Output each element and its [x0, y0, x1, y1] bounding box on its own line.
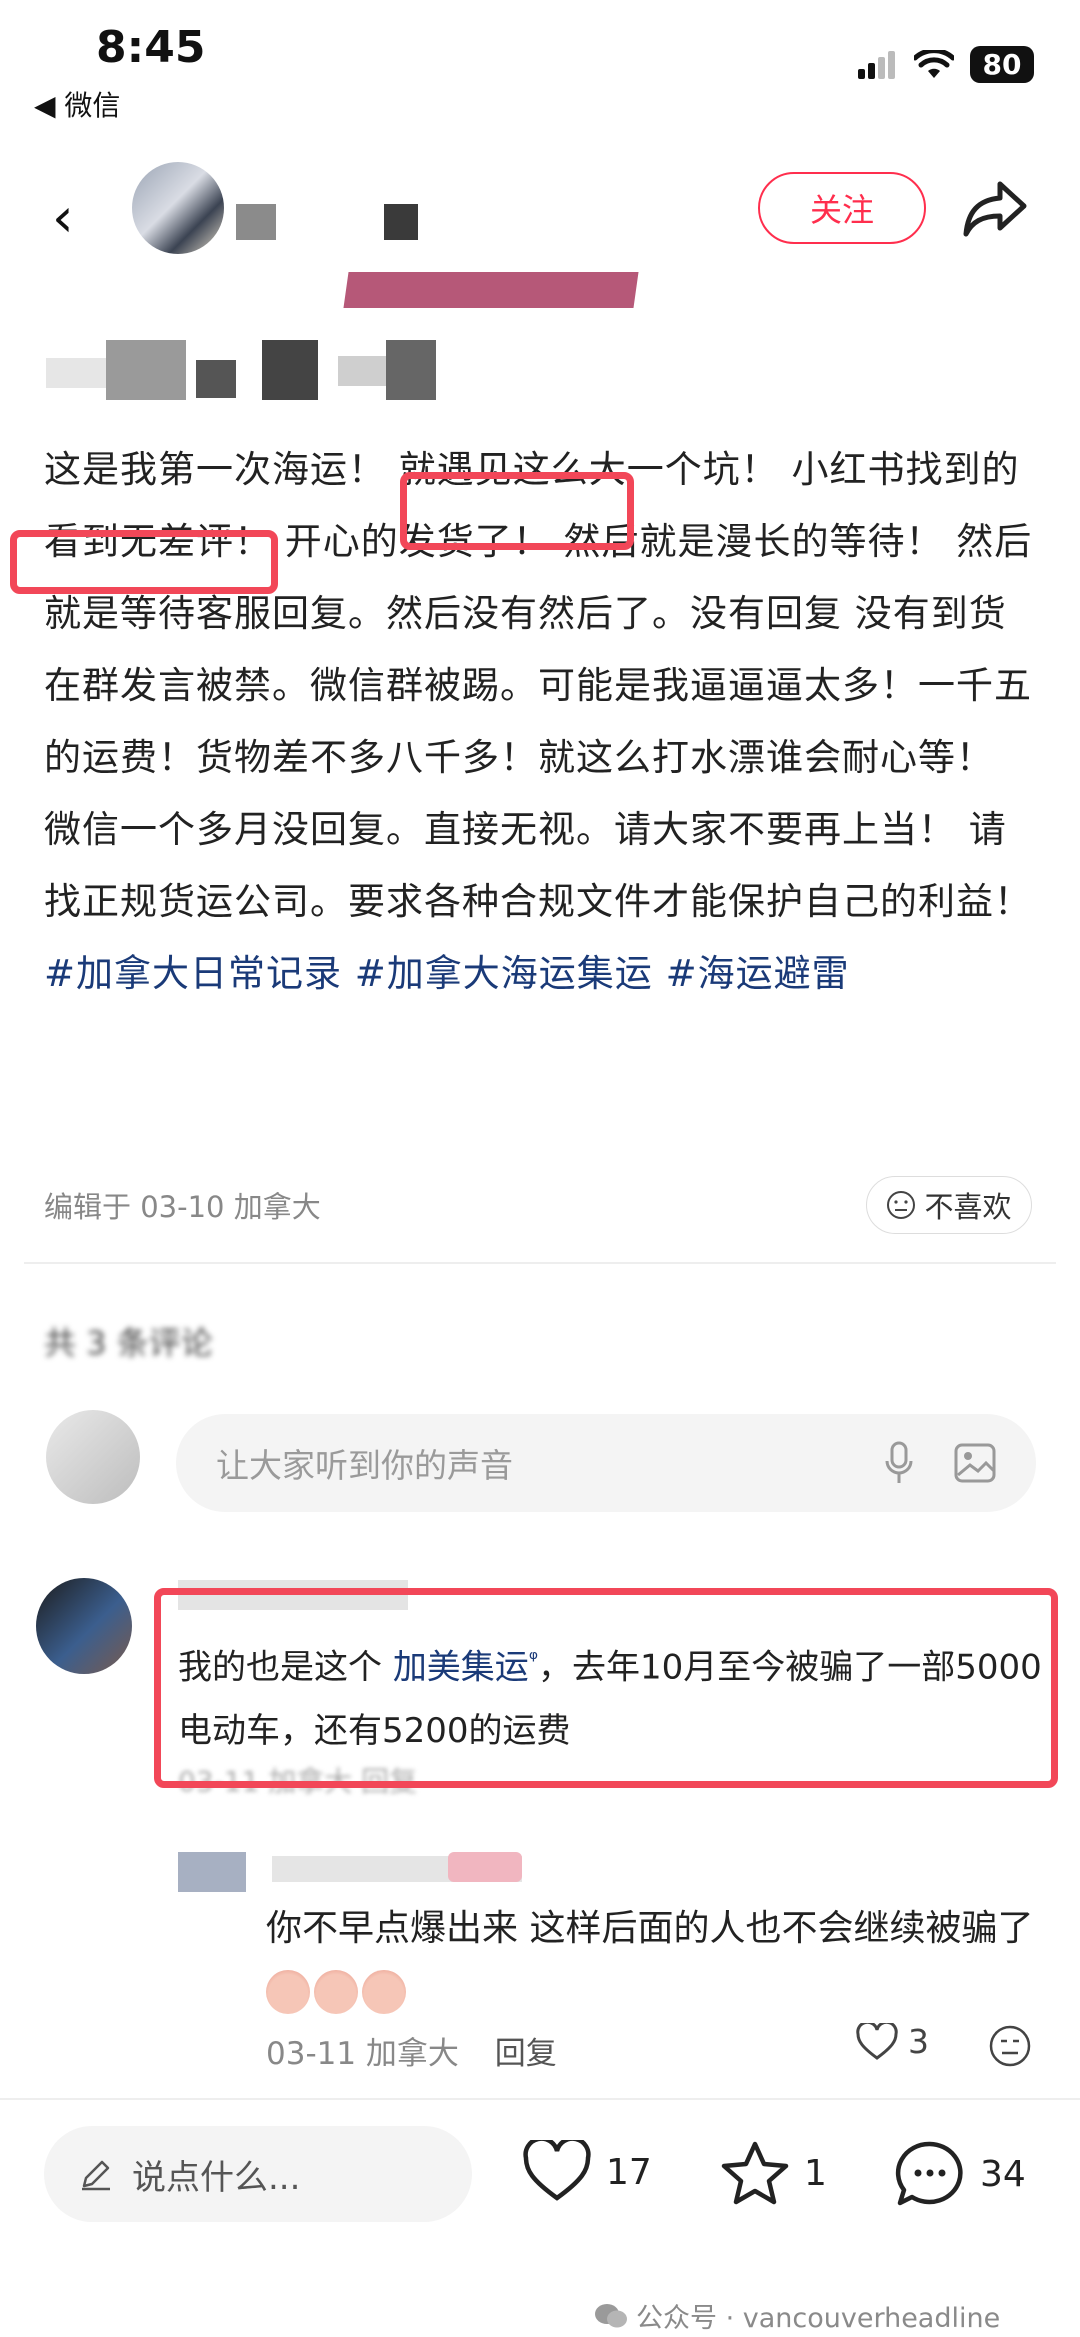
- heart-icon: [856, 2022, 898, 2060]
- highlight-box: [400, 472, 634, 550]
- neutral-face-icon: [887, 1191, 916, 1219]
- reply-like[interactable]: 3: [856, 2022, 929, 2061]
- reply-button[interactable]: 回复: [495, 2036, 557, 2072]
- say-placeholder: 说点什么...: [132, 2157, 301, 2198]
- back-to-wechat[interactable]: ◀ 微信: [34, 84, 120, 124]
- highlight-box: [154, 1588, 1058, 1788]
- dislike-button[interactable]: 不喜欢: [866, 1176, 1032, 1234]
- post-body-text: 货: [196, 736, 234, 779]
- image-icon[interactable]: [954, 1443, 996, 1483]
- divider: [0, 2098, 1080, 2100]
- comment-count: 34: [980, 2153, 1026, 2195]
- reply-text: 你不早点爆出来 这样后面的人也不会继续被骗了: [266, 1898, 1046, 2022]
- comment-input-placeholder: 让大家听到你的声音: [216, 1446, 513, 1485]
- redaction-bar: [343, 272, 639, 308]
- author-name-mosaic: [236, 204, 276, 240]
- commenter-avatar[interactable]: [36, 1578, 132, 1674]
- comment-input[interactable]: 让大家听到你的声音: [176, 1414, 1036, 1512]
- wifi-icon: [914, 49, 954, 78]
- author-name-mosaic: [384, 204, 418, 240]
- comment-bubble-icon: [895, 2141, 963, 2206]
- highlight-goods: 物差不多八千多！: [234, 736, 538, 779]
- status-time: 8:45: [96, 22, 206, 73]
- post-edit-meta: 编辑于 03-10 加拿大: [44, 1190, 321, 1224]
- like-button[interactable]: 17: [522, 2140, 652, 2204]
- pencil-icon: [82, 2160, 110, 2191]
- share-icon[interactable]: [960, 176, 1030, 242]
- post-title-mosaic: [46, 340, 446, 400]
- my-avatar: [46, 1410, 140, 1504]
- watermark: 公众号 · vancouverheadline: [594, 2296, 1000, 2335]
- reply-text-body: 你不早点爆出来 这样后面的人也不会继续被骗了: [266, 1908, 1034, 1949]
- divider: [24, 1262, 1056, 1264]
- highlight-box: [10, 530, 278, 594]
- say-something-input[interactable]: 说点什么...: [44, 2126, 472, 2222]
- reply-date: 03-11 加拿大: [266, 2036, 459, 2072]
- signal-icon: [858, 50, 895, 79]
- like-count: 17: [606, 2151, 652, 2193]
- reply-dislike-face-icon[interactable]: [988, 2024, 1032, 2068]
- reply-like-count: 3: [908, 2022, 929, 2061]
- crying-emoji-icon: [362, 1970, 406, 2014]
- star-icon: [721, 2141, 789, 2205]
- hashtag[interactable]: #加拿大日常记录: [44, 952, 342, 995]
- wechat-icon: [595, 2303, 627, 2327]
- author-tag-mosaic: [448, 1852, 522, 1882]
- battery-indicator: 80: [970, 46, 1034, 83]
- reply-meta: 03-11 加拿大 回复: [266, 2028, 557, 2073]
- author-avatar[interactable]: [132, 162, 224, 254]
- crying-emoji-icon: [314, 1970, 358, 2014]
- microphone-icon[interactable]: [884, 1441, 914, 1485]
- heart-icon: [523, 2140, 591, 2201]
- crying-emoji-icon: [266, 1970, 310, 2014]
- back-chevron-icon[interactable]: ‹: [52, 186, 74, 249]
- watermark-text: 公众号 · vancouverheadline: [636, 2303, 1001, 2334]
- follow-button[interactable]: 关注: [758, 172, 926, 244]
- hashtag[interactable]: #海运避雷: [666, 952, 850, 995]
- hashtag[interactable]: #加拿大海运集运: [355, 952, 653, 995]
- favorite-count: 1: [804, 2152, 827, 2194]
- dislike-label: 不喜欢: [924, 1190, 1012, 1224]
- favorite-button[interactable]: 1: [720, 2140, 827, 2206]
- comment-button[interactable]: 34: [894, 2140, 1026, 2208]
- comments-header: 共 3 条评论: [44, 1324, 213, 1362]
- replier-avatar-mosaic[interactable]: [178, 1852, 246, 1892]
- status-icons: 80: [858, 46, 1034, 83]
